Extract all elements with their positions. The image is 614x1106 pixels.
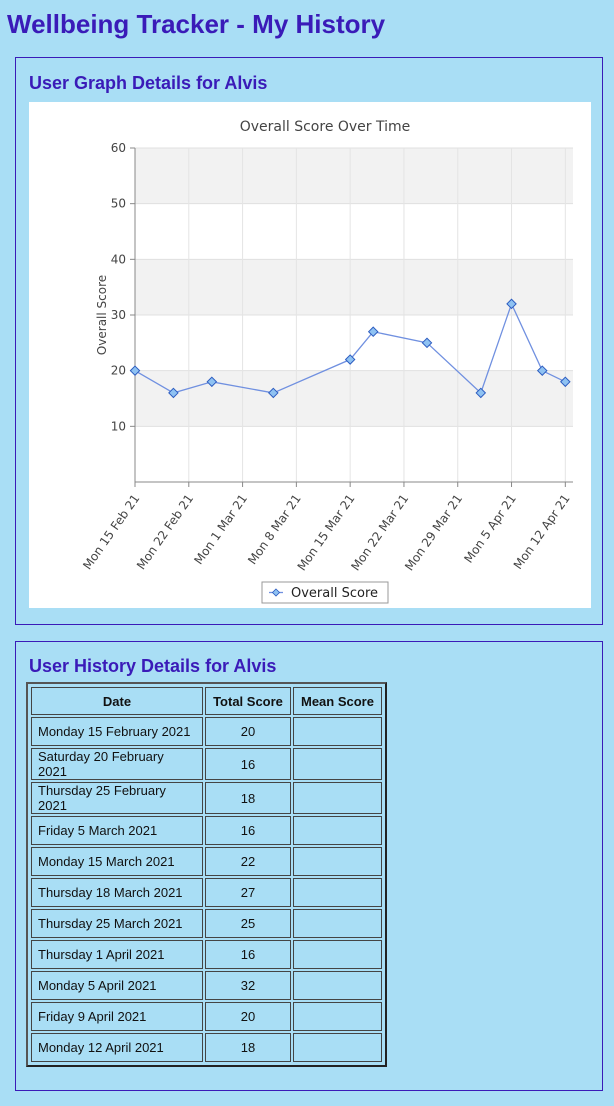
table-cell-date: Thursday 25 March 2021 [31, 909, 203, 938]
x-tick-label: Mon 15 Mar 21 [295, 492, 358, 574]
table-row: Thursday 25 March 2021 25 [31, 909, 382, 938]
chart-container: 10 20 30 40 50 60 Mon 15 Feb 21 Mon 22 Feb 21 Mo… [29, 102, 591, 608]
table-cell-date: Thursday 1 April 2021 [31, 940, 203, 969]
table-cell-date: Thursday 25 February 2021 [31, 782, 203, 814]
graph-heading: User Graph Details for Alvis [29, 73, 268, 93]
table-cell-total: 18 [205, 1033, 291, 1062]
table-row: Monday 5 April 2021 32 [31, 971, 382, 1000]
table-cell-mean [293, 878, 382, 907]
table-cell-total: 18 [205, 782, 291, 814]
table-cell-mean [293, 782, 382, 814]
x-tick-label: Mon 1 Mar 21 [191, 492, 250, 567]
x-tick-label: Mon 29 Mar 21 [402, 492, 465, 574]
table-cell-mean [293, 971, 382, 1000]
overall-score-chart: 102030405060Mon 15 Feb 21Mon 22 Feb 21Mo… [80, 119, 573, 604]
table-cell-total: 20 [205, 1002, 291, 1031]
table-row: Saturday 20 February 2021 16 [31, 748, 382, 780]
table-cell-total: 22 [205, 847, 291, 876]
table-row: Thursday 1 April 2021 16 [31, 940, 382, 969]
y-tick-label: 50 [111, 197, 126, 211]
table-row: Friday 5 March 2021 16 [31, 816, 382, 845]
table-cell-mean [293, 940, 382, 969]
table-cell-total: 32 [205, 971, 291, 1000]
table-cell-total: 27 [205, 878, 291, 907]
table-header-row: Date Total Score Mean Score [31, 687, 382, 715]
history-heading: User History Details for Alvis [29, 656, 277, 676]
plot-band [135, 370, 573, 427]
table-cell-date: Thursday 18 March 2021 [31, 878, 203, 907]
x-tick-label: Mon 8 Mar 21 [245, 492, 304, 567]
table-cell-mean [293, 909, 382, 938]
table-cell-mean [293, 717, 382, 746]
table-row: Friday 9 April 2021 20 [31, 1002, 382, 1031]
page-title: Wellbeing Tracker - My History [7, 9, 386, 39]
table-cell-date: Monday 12 April 2021 [31, 1033, 203, 1062]
column-header-total-score: Total Score [205, 687, 291, 715]
y-tick-label: 20 [111, 364, 126, 378]
table-row: Monday 15 February 2021 20 [31, 717, 382, 746]
y-axis-label: Overall Score [95, 275, 109, 355]
table-cell-date: Friday 9 April 2021 [31, 1002, 203, 1031]
y-tick-label: 60 [111, 141, 126, 155]
column-header-date: Date [31, 687, 203, 715]
table-cell-date: Monday 5 April 2021 [31, 971, 203, 1000]
table-cell-date: Monday 15 February 2021 [31, 717, 203, 746]
table-cell-mean [293, 816, 382, 845]
x-tick-label: Mon 12 Apr 21 [511, 492, 573, 572]
x-tick-label: Mon 5 Apr 21 [461, 492, 519, 566]
table-cell-date: Saturday 20 February 2021 [31, 748, 203, 780]
legend-label: Overall Score [291, 586, 378, 601]
table-row: Thursday 25 February 2021 18 [31, 782, 382, 814]
graph-panel: User Graph Details for Alvis 10 20 30 40 50 6… [15, 57, 603, 625]
table-cell-total: 20 [205, 717, 291, 746]
x-tick-label: Mon 22 Feb 21 [134, 492, 196, 573]
table-cell-total: 16 [205, 940, 291, 969]
x-tick-label: Mon 15 Feb 21 [80, 492, 142, 573]
y-tick-label: 30 [111, 308, 126, 322]
y-tick-label: 10 [111, 419, 126, 433]
chart-title: Overall Score Over Time [240, 119, 411, 135]
table-cell-date: Friday 5 March 2021 [31, 816, 203, 845]
table-cell-mean [293, 1033, 382, 1062]
history-panel: User History Details for Alvis Date Tota… [15, 641, 603, 1091]
x-tick-label: Mon 22 Mar 21 [348, 492, 411, 574]
table-cell-total: 16 [205, 816, 291, 845]
plot-band [135, 148, 573, 204]
chart-legend: Overall Score [261, 581, 389, 604]
history-table-body: Monday 15 February 2021 20 Saturday 20 Feb… [31, 717, 382, 1062]
table-cell-mean [293, 1002, 382, 1031]
table-cell-total: 25 [205, 909, 291, 938]
table-row: Thursday 18 March 2021 27 [31, 878, 382, 907]
table-cell-total: 16 [205, 748, 291, 780]
table-row: Monday 12 April 2021 18 [31, 1033, 382, 1062]
table-cell-mean [293, 847, 382, 876]
table-cell-mean [293, 748, 382, 780]
table-row: Monday 15 March 2021 22 [31, 847, 382, 876]
history-table: Date Total Score Mean Score Monday 15 Fe… [29, 685, 384, 1064]
y-tick-label: 40 [111, 252, 126, 266]
history-table-wrapper: Date Total Score Mean Score Monday 15 Fe… [26, 682, 387, 1067]
table-cell-date: Monday 15 March 2021 [31, 847, 203, 876]
plot-band [135, 259, 573, 315]
column-header-mean-score: Mean Score [293, 687, 382, 715]
